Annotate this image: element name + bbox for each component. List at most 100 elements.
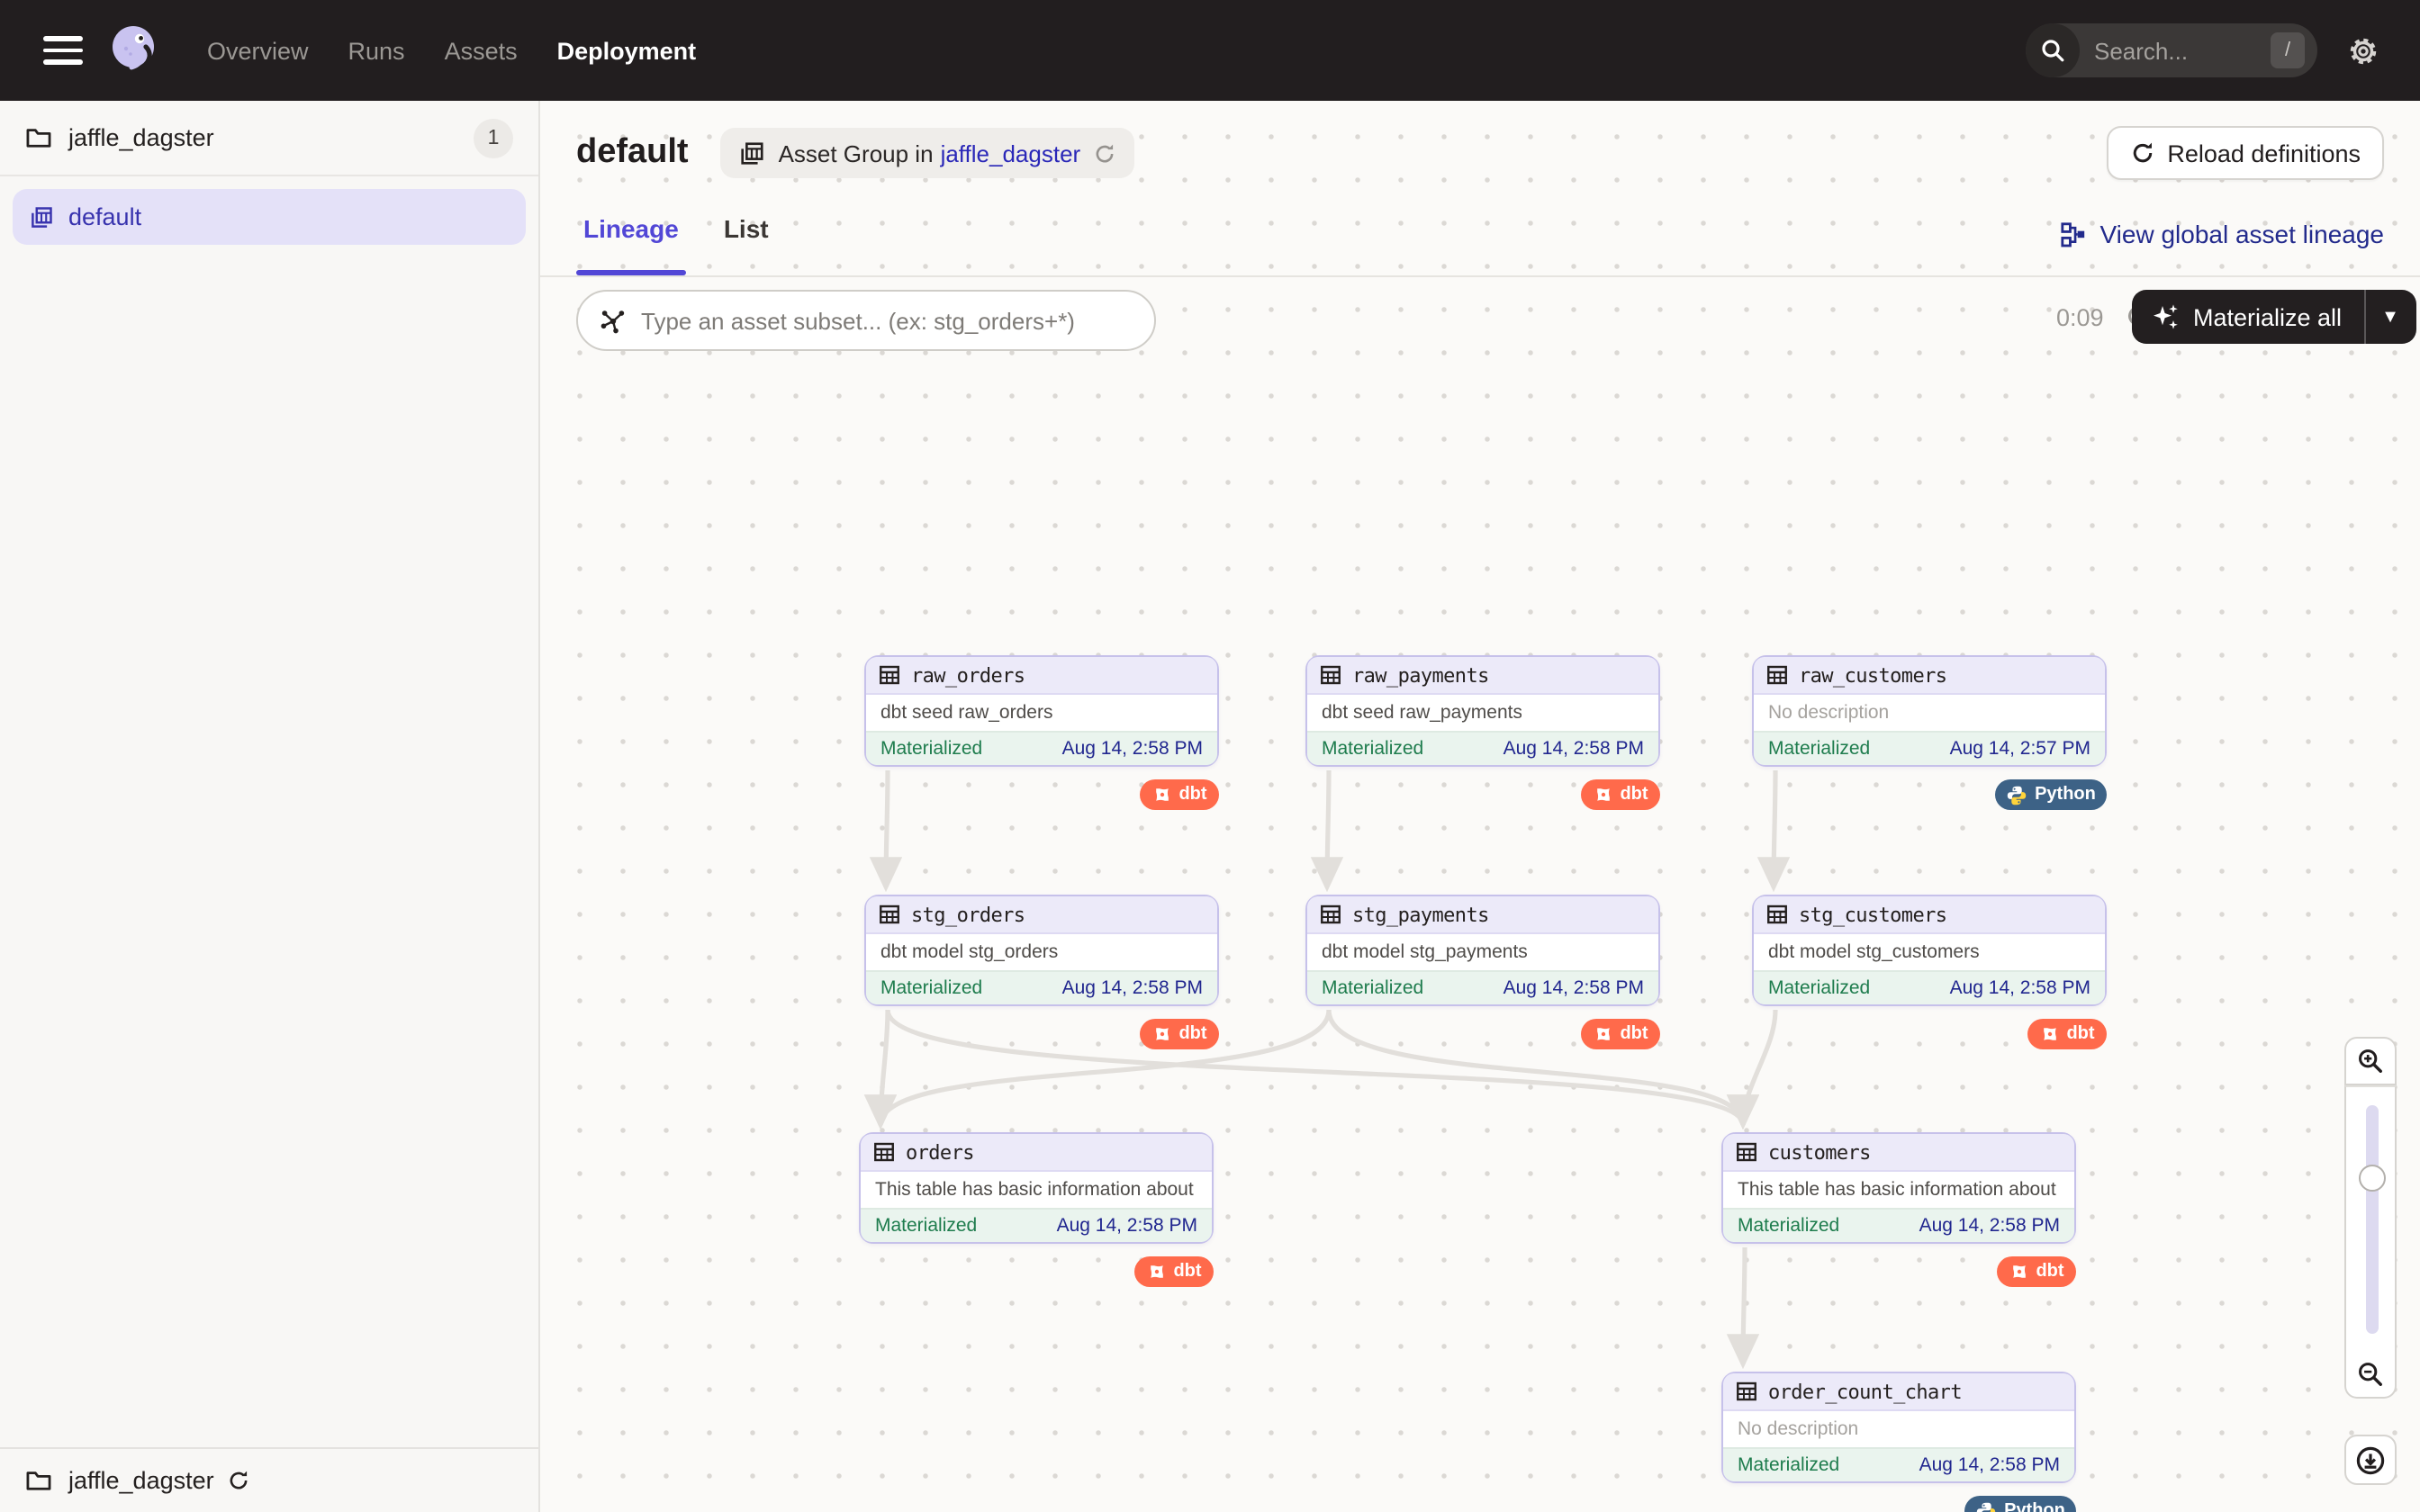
asset-node-header: order_count_chart bbox=[1723, 1373, 2074, 1411]
asset-name: stg_orders bbox=[911, 903, 1025, 926]
asset-node-header: stg_customers bbox=[1754, 896, 2105, 934]
dbt-kind-badge[interactable]: dbt bbox=[1140, 779, 1219, 810]
zoom-out-icon bbox=[2357, 1360, 2384, 1387]
zoom-slider-rail bbox=[2366, 1105, 2379, 1334]
asset-node-raw_customers[interactable]: raw_customersNo descriptionMaterializedA… bbox=[1752, 655, 2107, 767]
asset-node-customers[interactable]: customers This table has basic informatio… bbox=[1721, 1132, 2076, 1244]
dbt-kind-badge[interactable]: dbt bbox=[1581, 1019, 1660, 1049]
python-kind-badge[interactable]: Python bbox=[1964, 1496, 2076, 1512]
asset-node-order_count_chart[interactable]: order_count_chartNo descriptionMateriali… bbox=[1721, 1372, 2076, 1483]
asset-node-raw_payments[interactable]: raw_paymentsdbt seed raw_paymentsMateria… bbox=[1305, 655, 1660, 767]
asset-node-header: orders bbox=[861, 1134, 1212, 1172]
badge-label: Python bbox=[2004, 1501, 2065, 1512]
asset-name: raw_customers bbox=[1799, 663, 1946, 687]
asset-name: raw_payments bbox=[1352, 663, 1489, 687]
asset-name: orders bbox=[906, 1140, 974, 1164]
dbt-logo-icon bbox=[1146, 1262, 1166, 1282]
nav-links: Overview Runs Assets Deployment bbox=[207, 37, 696, 64]
asset-name: order_count_chart bbox=[1768, 1380, 1962, 1403]
asset-node-header: stg_payments bbox=[1307, 896, 1658, 934]
lineage-edge-raw_payments-to-stg_payments bbox=[1327, 770, 1329, 887]
zoom-controls bbox=[2344, 1037, 2397, 1399]
python-logo-icon bbox=[1975, 1500, 1997, 1512]
asset-node-description: This table has basic information about .… bbox=[1723, 1172, 2074, 1208]
table-icon bbox=[1766, 664, 1788, 686]
download-image-button[interactable] bbox=[2344, 1435, 2397, 1485]
asset-node-status: MaterializedAug 14, 2:58 PM bbox=[866, 970, 1217, 1004]
asset-node-header: raw_customers bbox=[1754, 657, 2105, 695]
main-pane: default Asset Group in jaffle_dagster Re… bbox=[540, 101, 2420, 1512]
table-icon bbox=[1320, 904, 1341, 925]
nav-item-runs[interactable]: Runs bbox=[348, 37, 405, 64]
code-location-sidebar: jaffle_dagster 1 default jaffle_dagster bbox=[0, 101, 540, 1512]
python-logo-icon bbox=[2006, 784, 2027, 806]
table-icon bbox=[1320, 664, 1341, 686]
nav-item-overview[interactable]: Overview bbox=[207, 37, 309, 64]
folder-icon bbox=[25, 1469, 52, 1492]
sidebar-item-default-group[interactable]: default bbox=[13, 189, 526, 245]
asset-node-status: MaterializedAug 14, 2:58 PM bbox=[866, 731, 1217, 765]
zoom-out-button[interactable] bbox=[2344, 1350, 2397, 1399]
hamburger-menu-icon[interactable] bbox=[43, 36, 83, 65]
asset-node-status: MaterializedAug 14, 2:58 PM bbox=[1723, 1208, 2074, 1242]
dagster-logo-icon[interactable] bbox=[106, 22, 164, 79]
dbt-kind-badge[interactable]: dbt bbox=[2027, 1019, 2107, 1049]
asset-node-description: This table has basic information about .… bbox=[861, 1172, 1212, 1208]
zoom-in-button[interactable] bbox=[2344, 1037, 2397, 1085]
lineage-edge-raw_orders-to-stg_orders bbox=[886, 770, 888, 887]
asset-node-status: MaterializedAug 14, 2:58 PM bbox=[1307, 731, 1658, 765]
search-shortcut-key: / bbox=[2271, 32, 2305, 68]
dbt-kind-badge[interactable]: dbt bbox=[1997, 1256, 2076, 1287]
zoom-slider-knob[interactable] bbox=[2359, 1165, 2386, 1192]
dbt-kind-badge[interactable]: dbt bbox=[1134, 1256, 1214, 1287]
sidebar-footer-label: jaffle_dagster bbox=[68, 1467, 214, 1494]
asset-node-description: dbt seed raw_payments bbox=[1307, 695, 1658, 731]
asset-name: stg_customers bbox=[1799, 903, 1946, 926]
search-placeholder: Search... bbox=[2094, 37, 2271, 64]
search-input[interactable]: Search... / bbox=[2026, 23, 2317, 77]
badge-label: dbt bbox=[1178, 785, 1206, 805]
settings-gear-icon[interactable] bbox=[2346, 33, 2380, 68]
asset-node-status: MaterializedAug 14, 2:58 PM bbox=[1307, 970, 1658, 1004]
zoom-in-icon bbox=[2357, 1048, 2384, 1075]
asset-node-orders[interactable]: orders This table has basic information a… bbox=[859, 1132, 1214, 1244]
refresh-icon[interactable] bbox=[227, 1469, 250, 1492]
zoom-slider[interactable] bbox=[2344, 1085, 2397, 1350]
asset-node-description: dbt model stg_customers bbox=[1754, 934, 2105, 970]
asset-node-status: MaterializedAug 14, 2:58 PM bbox=[1754, 970, 2105, 1004]
lineage-graph-canvas[interactable]: raw_ordersdbt seed raw_ordersMaterialize… bbox=[540, 277, 2420, 1512]
sidebar-footer: jaffle_dagster bbox=[0, 1447, 538, 1512]
nav-item-assets[interactable]: Assets bbox=[445, 37, 518, 64]
dbt-kind-badge[interactable]: dbt bbox=[1140, 1019, 1219, 1049]
asset-node-stg_customers[interactable]: stg_customersdbt model stg_customersMate… bbox=[1752, 895, 2107, 1006]
python-kind-badge[interactable]: Python bbox=[1995, 779, 2107, 810]
table-icon bbox=[1766, 904, 1788, 925]
folder-icon bbox=[25, 126, 52, 149]
badge-label: dbt bbox=[1173, 1262, 1201, 1282]
sidebar-item-jaffle-dagster[interactable]: jaffle_dagster 1 bbox=[0, 101, 538, 176]
dbt-kind-badge[interactable]: dbt bbox=[1581, 779, 1660, 810]
sidebar-selected-label: default bbox=[68, 203, 141, 230]
badge-label: dbt bbox=[1620, 1024, 1648, 1044]
asset-node-stg_orders[interactable]: stg_ordersdbt model stg_ordersMaterializ… bbox=[864, 895, 1219, 1006]
table-icon bbox=[873, 1141, 895, 1163]
lineage-edge-customers-to-order_count_chart bbox=[1743, 1247, 1745, 1364]
top-nav: Overview Runs Assets Deployment Search..… bbox=[0, 0, 2420, 101]
asset-node-status: MaterializedAug 14, 2:57 PM bbox=[1754, 731, 2105, 765]
asset-node-header: raw_payments bbox=[1307, 657, 1658, 695]
asset-node-status: MaterializedAug 14, 2:58 PM bbox=[1723, 1447, 2074, 1481]
table-icon bbox=[1736, 1381, 1757, 1402]
asset-node-stg_payments[interactable]: stg_paymentsdbt model stg_paymentsMateri… bbox=[1305, 895, 1660, 1006]
search-icon bbox=[2026, 23, 2080, 77]
asset-node-raw_orders[interactable]: raw_ordersdbt seed raw_ordersMaterialize… bbox=[864, 655, 1219, 767]
nav-item-deployment[interactable]: Deployment bbox=[557, 37, 697, 64]
lineage-edge-stg_payments-to-customers bbox=[1329, 1010, 1743, 1125]
dbt-logo-icon bbox=[1593, 785, 1612, 805]
asset-name: raw_orders bbox=[911, 663, 1025, 687]
badge-label: dbt bbox=[1178, 1024, 1206, 1044]
table-icon bbox=[1736, 1141, 1757, 1163]
asset-name: customers bbox=[1768, 1140, 1871, 1164]
group-count-badge: 1 bbox=[474, 118, 513, 158]
asset-group-icon bbox=[29, 204, 54, 230]
lineage-edge-stg_orders-to-orders bbox=[880, 1010, 888, 1125]
